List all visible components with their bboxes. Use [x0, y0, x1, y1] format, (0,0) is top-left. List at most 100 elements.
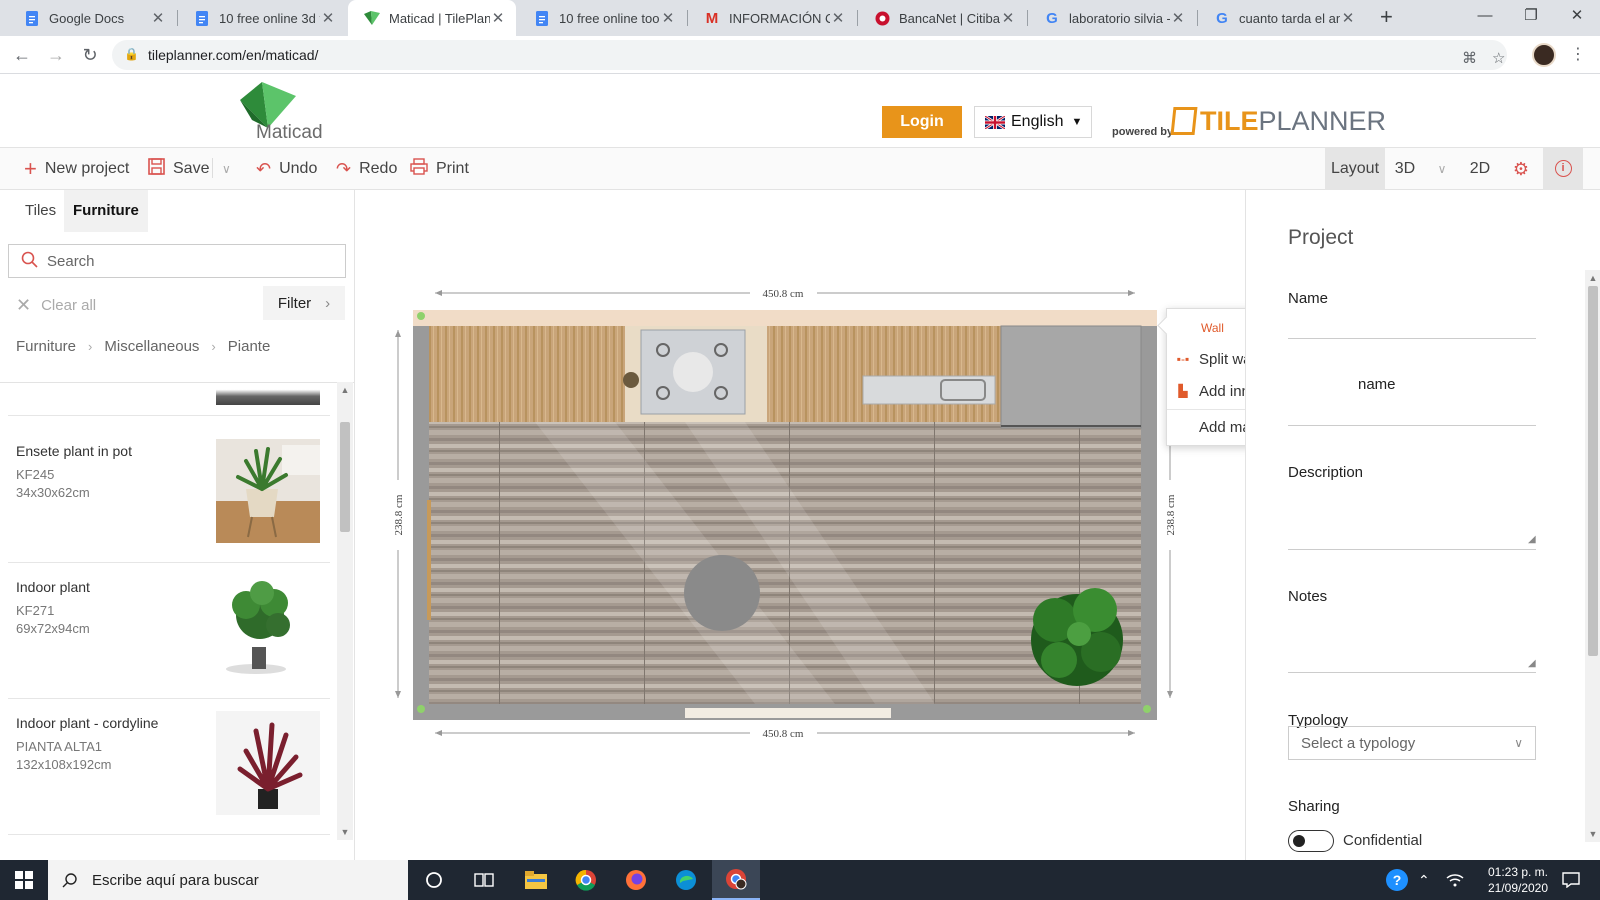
windows-start-icon[interactable] [0, 860, 48, 900]
floor-plan-canvas[interactable]: 450.8 cm 450.8 cm 238.8 cm 238.8 cm [355, 190, 1245, 860]
help-icon[interactable]: ? [1386, 860, 1408, 900]
close-tab-icon[interactable]: ✕ [150, 9, 166, 27]
taskbar-search[interactable]: Escribe aquí para buscar [48, 860, 408, 900]
coffee-maker[interactable] [623, 372, 639, 388]
omnibox[interactable]: 🔒 tileplanner.com/en/maticad/ ⌘ ☆ [112, 40, 1507, 70]
redo-button[interactable]: ↷ Redo [336, 148, 397, 190]
close-tab-icon[interactable]: ✕ [660, 9, 676, 27]
close-tab-icon[interactable]: ✕ [830, 9, 846, 27]
browser-tab[interactable]: 10 free online 3d t ✕ [178, 0, 346, 36]
browser-tab[interactable]: G cuanto tarda el an ✕ [1198, 0, 1366, 36]
partial-field[interactable] [1288, 425, 1536, 426]
reload-icon[interactable]: ↻ [76, 42, 104, 68]
window-opening[interactable] [685, 708, 891, 718]
wall-handle[interactable] [417, 312, 425, 320]
item-thumbnail[interactable] [216, 383, 320, 405]
browser-tab[interactable]: Google Docs ✕ [8, 0, 176, 36]
close-tab-icon[interactable]: ✕ [320, 9, 336, 27]
scroll-down-icon[interactable]: ▼ [1585, 826, 1600, 842]
close-tab-icon[interactable]: ✕ [1170, 9, 1186, 27]
language-selector[interactable]: English ▼ [974, 106, 1092, 138]
browser-menu-icon[interactable]: ⋮ [1570, 44, 1586, 64]
3d-options-chevron-icon[interactable]: ∨ [1428, 148, 1456, 190]
list-item[interactable]: Ensete plant in pot KF245 34x30x62cm [8, 431, 330, 563]
panel-scrollbar[interactable]: ▲ ▼ [1585, 270, 1600, 842]
firefox-icon[interactable] [612, 860, 660, 900]
3d-view-button[interactable]: 3D [1385, 148, 1425, 190]
upper-cabinet[interactable] [429, 326, 625, 422]
breadcrumb-item[interactable]: Piante [228, 338, 271, 355]
scroll-up-icon[interactable]: ▲ [1585, 270, 1600, 286]
wall-handle[interactable] [1143, 705, 1151, 713]
browser-tab[interactable]: 10 free online tool ✕ [518, 0, 686, 36]
breadcrumb-item[interactable]: Miscellaneous [104, 338, 199, 355]
door[interactable] [427, 500, 431, 620]
filter-button[interactable]: Filter › [263, 286, 345, 320]
search-input[interactable] [47, 245, 337, 277]
textarea-resize-icon[interactable]: ◢ [1528, 534, 1536, 545]
upper-cabinet[interactable] [767, 326, 1001, 422]
system-clock[interactable]: 01:23 p. m. 21/09/2020 [1482, 864, 1554, 896]
close-tab-icon[interactable]: ✕ [1340, 9, 1356, 27]
floor-plan[interactable]: 450.8 cm 450.8 cm 238.8 cm 238.8 cm [355, 190, 1245, 860]
close-window-icon[interactable]: ✕ [1554, 0, 1600, 32]
settings-gear-icon[interactable]: ⚙ [1502, 148, 1540, 190]
sharing-toggle[interactable] [1288, 830, 1334, 852]
typology-select[interactable]: Select a typology ∨ [1288, 726, 1536, 760]
translate-icon[interactable]: ⌘ [1462, 49, 1477, 67]
tab-furniture[interactable]: Furniture [64, 190, 148, 232]
new-tab-icon[interactable]: + [1380, 4, 1393, 30]
plant-object[interactable] [1031, 588, 1123, 686]
name-field[interactable] [1288, 338, 1536, 339]
list-item[interactable]: Indoor plant - cordyline PIANTA ALTA1 13… [8, 703, 330, 835]
restore-icon[interactable]: ❐ [1508, 0, 1554, 32]
item-thumbnail [216, 575, 320, 679]
scroll-down-icon[interactable]: ▼ [337, 824, 353, 840]
round-table[interactable] [684, 555, 760, 631]
catalog-scrollbar[interactable]: ▲ ▼ [337, 382, 353, 840]
textarea-resize-icon[interactable]: ◢ [1528, 658, 1536, 669]
browser-tab-active[interactable]: Maticad | TilePlann ✕ [348, 0, 516, 36]
save-options-chevron-icon[interactable]: ∨ [222, 148, 231, 190]
bookmark-star-icon[interactable]: ☆ [1492, 49, 1505, 67]
profile-avatar[interactable] [1532, 43, 1556, 67]
info-button[interactable]: i [1543, 148, 1583, 190]
clear-all-button[interactable]: ✕ Clear all [16, 290, 96, 320]
login-button[interactable]: Login [882, 106, 962, 138]
browser-tab[interactable]: G laboratorio silvia - ✕ [1028, 0, 1196, 36]
wall-handle[interactable] [417, 705, 425, 713]
browser-tab[interactable]: BancaNet | Citiban ✕ [858, 0, 1026, 36]
wifi-icon[interactable] [1446, 860, 1464, 900]
close-tab-icon[interactable]: ✕ [1000, 9, 1016, 27]
chrome-icon[interactable] [562, 860, 610, 900]
close-tab-icon[interactable]: ✕ [490, 9, 506, 27]
selected-wall[interactable] [413, 310, 1157, 326]
edge-icon[interactable] [662, 860, 710, 900]
new-project-button[interactable]: + New project [24, 148, 129, 190]
breadcrumb-item[interactable]: Furniture [16, 338, 76, 355]
tab-tiles[interactable]: Tiles [16, 190, 65, 232]
print-button[interactable]: Print [410, 148, 469, 190]
browser-tab[interactable]: M INFORMACIÓN CE ✕ [688, 0, 856, 36]
notes-field[interactable] [1288, 672, 1536, 673]
undo-button[interactable]: ↶ Undo [256, 148, 317, 190]
list-item[interactable]: Indoor plant KF271 69x72x94cm [8, 567, 330, 699]
item-name: Indoor plant - cordyline [16, 715, 159, 731]
layout-view-button[interactable]: Layout [1325, 148, 1385, 190]
scrollbar-thumb[interactable] [1588, 286, 1598, 656]
description-field[interactable] [1288, 549, 1536, 550]
file-explorer-icon[interactable] [512, 860, 560, 900]
scrollbar-thumb[interactable] [340, 422, 350, 532]
cortana-icon[interactable] [410, 860, 458, 900]
chrome-profile-active-icon[interactable] [712, 860, 760, 900]
tray-chevron-up-icon[interactable]: ⌃ [1418, 860, 1430, 900]
scroll-up-icon[interactable]: ▲ [337, 382, 353, 398]
back-icon[interactable]: ← [8, 42, 36, 68]
notification-icon[interactable] [1562, 860, 1580, 900]
2d-view-button[interactable]: 2D [1460, 148, 1500, 190]
task-view-icon[interactable] [460, 860, 508, 900]
save-button[interactable]: Save [148, 148, 209, 190]
refrigerator[interactable] [1000, 325, 1142, 429]
forward-icon[interactable]: → [42, 42, 70, 68]
minimize-icon[interactable]: — [1462, 0, 1508, 32]
